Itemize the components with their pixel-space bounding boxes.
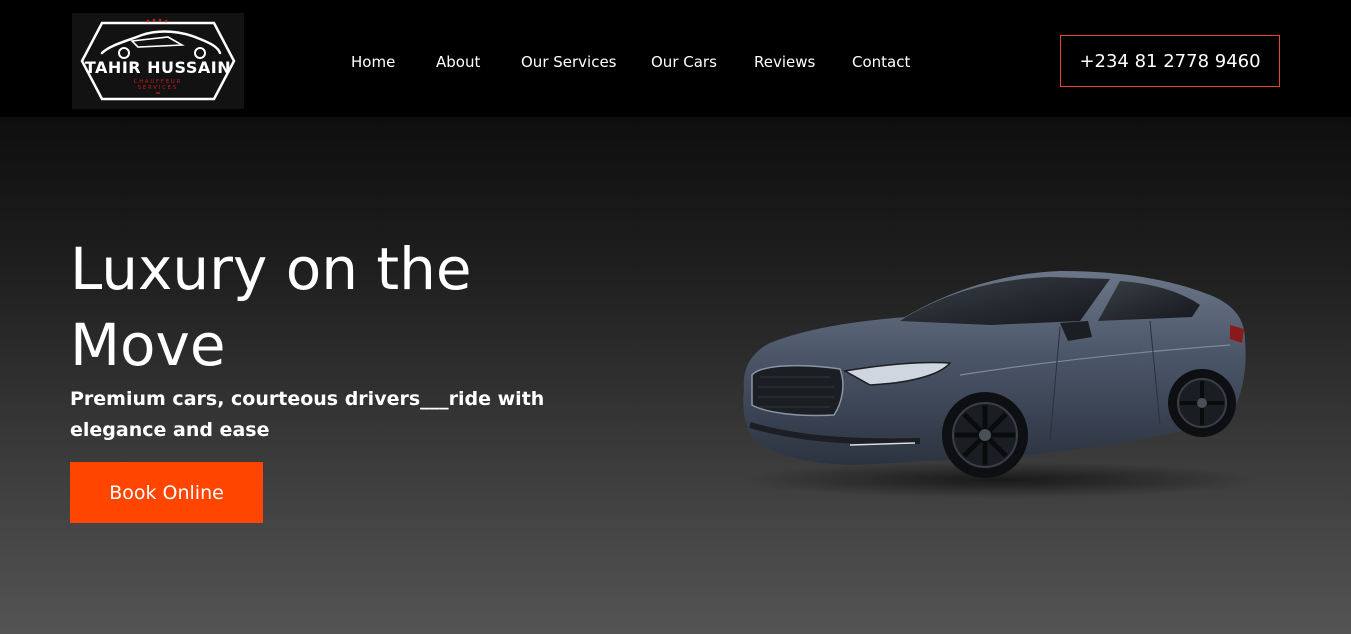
site-header: TAHIR HUSSAIN CHAUFFEUR SERVICES Home Ab…	[0, 0, 1351, 117]
hero-section: Luxury on the Move Premium cars, courteo…	[0, 117, 1351, 634]
phone-button[interactable]: +234 81 2778 9460	[1060, 35, 1280, 87]
brand-logo[interactable]: TAHIR HUSSAIN CHAUFFEUR SERVICES	[72, 13, 244, 109]
nav-about[interactable]: About	[436, 52, 480, 72]
hero-title: Luxury on the Move	[70, 235, 472, 379]
brand-title: TAHIR HUSSAIN	[84, 58, 232, 77]
hero-subtitle: Premium cars, courteous drivers___ride w…	[70, 388, 545, 441]
brand-subtitle-line2: SERVICES	[137, 85, 179, 91]
nav-contact[interactable]: Contact	[852, 52, 910, 72]
nav-home[interactable]: Home	[351, 52, 395, 72]
nav-reviews[interactable]: Reviews	[754, 52, 815, 72]
luxury-sedan-image	[740, 271, 1260, 498]
brand-subtitle: CHAUFFEUR SERVICES	[72, 79, 244, 91]
nav-our-cars[interactable]: Our Cars	[651, 52, 717, 72]
nav-our-services[interactable]: Our Services	[521, 52, 617, 72]
book-online-button[interactable]: Book Online	[70, 462, 263, 523]
